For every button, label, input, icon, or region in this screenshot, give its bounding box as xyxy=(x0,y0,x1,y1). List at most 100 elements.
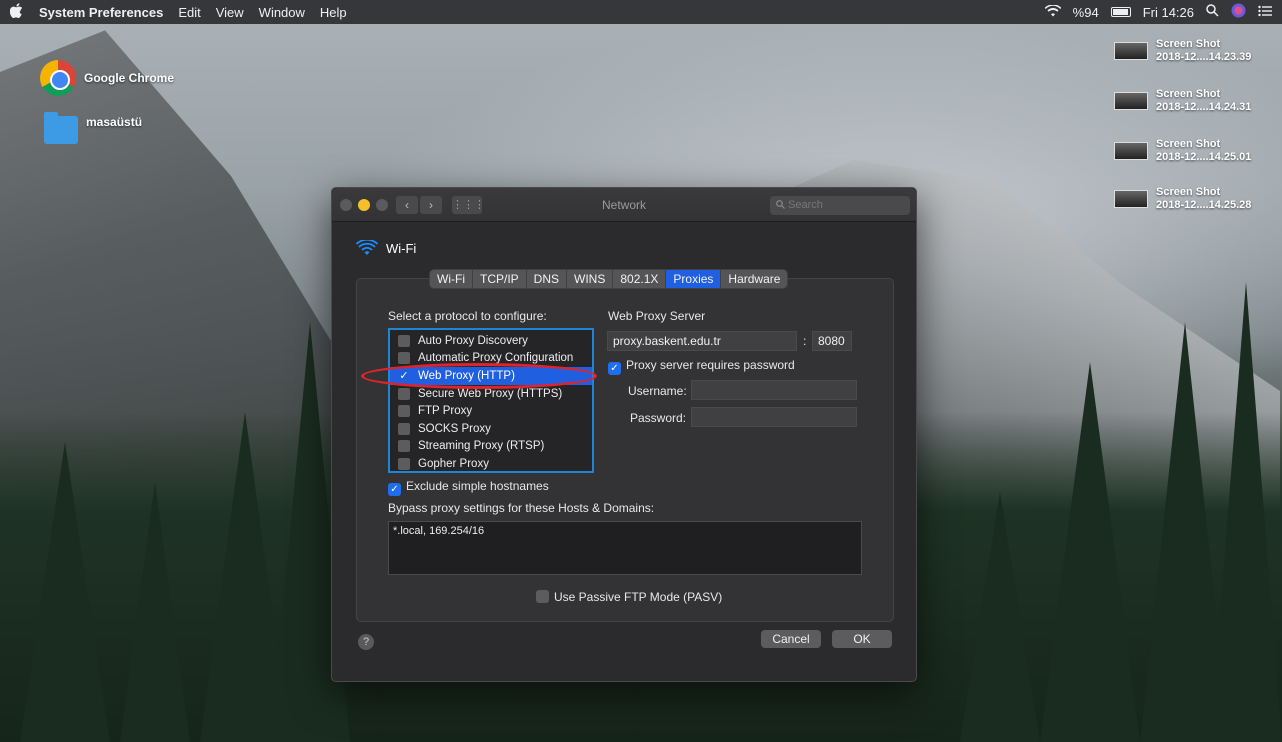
clock[interactable]: Fri 14:26 xyxy=(1143,5,1194,20)
proxy-host-input[interactable]: proxy.baskent.edu.tr xyxy=(607,331,797,351)
checkbox[interactable] xyxy=(398,440,410,453)
menu-bar: System Preferences Edit View Window Help… xyxy=(0,0,1282,24)
username-input[interactable] xyxy=(691,380,857,400)
menu-help[interactable]: Help xyxy=(320,5,347,20)
protocol-label: Streaming Proxy (RTSP) xyxy=(418,440,545,453)
password-label: Password: xyxy=(630,411,687,425)
checkmark-icon[interactable]: ✓ xyxy=(388,483,401,496)
desktop-item-google-chrome[interactable]: Google Chrome xyxy=(40,60,174,96)
file-name: Screen Shot xyxy=(1156,186,1221,198)
cancel-button[interactable]: Cancel xyxy=(761,630,821,648)
zoom-button[interactable] xyxy=(376,198,388,211)
forward-button[interactable]: › xyxy=(420,195,442,214)
desktop-screenshot-file[interactable]: Screen Shot 2018-12....14.25.28 xyxy=(1114,186,1251,212)
bypass-hosts-textarea[interactable]: *.local, 169.254/16 xyxy=(388,521,862,575)
passive-ftp-label: Use Passive FTP Mode (PASV) xyxy=(554,590,723,604)
ok-button[interactable]: OK xyxy=(832,630,892,648)
screenshot-thumbnail-icon xyxy=(1114,92,1148,110)
checkmark-icon[interactable]: ✓ xyxy=(608,362,621,375)
desktop-item-label: Google Chrome xyxy=(84,71,175,85)
protocol-item-gopher-proxy[interactable]: Gopher Proxy xyxy=(390,455,592,473)
desktop-screenshot-file[interactable]: Screen Shot 2018-12....14.25.01 xyxy=(1114,138,1251,164)
menu-edit[interactable]: Edit xyxy=(178,5,200,20)
window-titlebar[interactable]: ‹ › ⋮⋮⋮ Network Search xyxy=(332,188,916,222)
desktop-item-masaustu[interactable]: masaüstü xyxy=(44,112,143,144)
search-placeholder: Search xyxy=(788,199,823,211)
tab-wins[interactable]: WINS xyxy=(567,270,614,288)
interface-header: Wi-Fi xyxy=(355,238,417,256)
protocol-list: Auto Proxy Discovery Automatic Proxy Con… xyxy=(388,328,594,473)
minimize-button[interactable] xyxy=(358,198,370,211)
screenshot-thumbnail-icon xyxy=(1114,190,1148,208)
protocol-item-ftp-proxy[interactable]: FTP Proxy xyxy=(390,402,592,420)
protocol-label: Secure Web Proxy (HTTPS) xyxy=(418,387,563,400)
checkbox[interactable] xyxy=(398,334,410,347)
checkbox[interactable] xyxy=(398,405,410,418)
tab-8021x[interactable]: 802.1X xyxy=(613,270,667,288)
battery-percentage[interactable]: %94 xyxy=(1073,5,1099,20)
checkbox[interactable] xyxy=(398,352,410,365)
checkbox[interactable] xyxy=(398,387,410,400)
folder-icon xyxy=(44,112,78,144)
highlight-circle-annotation xyxy=(361,363,597,389)
protocol-label: Gopher Proxy xyxy=(418,457,489,470)
protocol-list-label: Select a protocol to configure: xyxy=(388,309,547,323)
tab-hardware[interactable]: Hardware xyxy=(721,270,787,288)
interface-name: Wi-Fi xyxy=(386,240,417,256)
wifi-icon xyxy=(355,238,379,256)
file-name: Screen Shot xyxy=(1156,88,1221,100)
proxies-panel: Select a protocol to configure: Auto Pro… xyxy=(356,278,894,622)
username-label: Username: xyxy=(628,384,687,398)
requires-password-label: Proxy server requires password xyxy=(626,358,795,372)
protocol-item-streaming-proxy[interactable]: Streaming Proxy (RTSP) xyxy=(390,438,592,456)
close-button[interactable] xyxy=(340,198,352,211)
checkbox[interactable] xyxy=(398,457,410,470)
apple-icon[interactable] xyxy=(9,3,23,21)
screenshot-thumbnail-icon xyxy=(1114,42,1148,60)
menu-window[interactable]: Window xyxy=(259,5,305,20)
tab-proxies[interactable]: Proxies xyxy=(666,270,722,288)
tab-tcpip[interactable]: TCP/IP xyxy=(473,270,527,288)
checkbox[interactable] xyxy=(398,422,410,435)
file-date: 2018-12....14.24.31 xyxy=(1156,101,1252,113)
protocol-item-socks-proxy[interactable]: SOCKS Proxy xyxy=(390,420,592,438)
show-all-grid-icon[interactable]: ⋮⋮⋮ xyxy=(452,195,485,214)
spotlight-icon[interactable] xyxy=(1206,4,1219,20)
chrome-icon xyxy=(40,60,76,96)
file-date: 2018-12....14.25.01 xyxy=(1156,151,1252,163)
search-icon xyxy=(776,199,788,211)
proxy-port-input[interactable]: 8080 xyxy=(812,331,852,351)
tab-dns[interactable]: DNS xyxy=(527,270,567,288)
settings-tabs: Wi-Fi TCP/IP DNS WINS 802.1X Proxies Har… xyxy=(430,270,788,288)
menu-view[interactable]: View xyxy=(216,5,244,20)
desktop-screenshot-file[interactable]: Screen Shot 2018-12....14.24.31 xyxy=(1114,88,1251,114)
wifi-status-icon[interactable] xyxy=(1044,3,1061,20)
battery-icon[interactable] xyxy=(1110,7,1131,17)
file-date: 2018-12....14.23.39 xyxy=(1156,51,1252,63)
passive-ftp-checkbox[interactable]: Use Passive FTP Mode (PASV) xyxy=(536,590,722,604)
port-separator: : xyxy=(803,334,807,348)
file-date: 2018-12....14.25.28 xyxy=(1156,199,1252,211)
protocol-item-auto-discovery[interactable]: Auto Proxy Discovery xyxy=(390,332,592,350)
file-name: Screen Shot xyxy=(1156,138,1221,150)
network-window: ‹ › ⋮⋮⋮ Network Search Wi-Fi Wi-Fi TCP/I… xyxy=(331,187,917,682)
requires-password-checkbox[interactable]: ✓ Proxy server requires password xyxy=(608,358,795,375)
tab-wifi[interactable]: Wi-Fi xyxy=(430,270,473,288)
help-button[interactable]: ? xyxy=(358,634,374,650)
checkbox[interactable] xyxy=(536,590,549,603)
bypass-label: Bypass proxy settings for these Hosts & … xyxy=(388,501,655,515)
web-proxy-server-label: Web Proxy Server xyxy=(608,309,706,323)
notification-center-icon[interactable] xyxy=(1258,5,1272,20)
desktop-screenshot-file[interactable]: Screen Shot 2018-12....14.23.39 xyxy=(1114,38,1251,64)
protocol-label: Auto Proxy Discovery xyxy=(418,334,528,347)
file-name: Screen Shot xyxy=(1156,38,1221,50)
exclude-simple-hostnames-checkbox[interactable]: ✓ Exclude simple hostnames xyxy=(388,479,549,496)
screenshot-thumbnail-icon xyxy=(1114,142,1148,160)
protocol-label: FTP Proxy xyxy=(418,405,473,418)
back-button[interactable]: ‹ xyxy=(396,195,418,214)
menu-app-name[interactable]: System Preferences xyxy=(39,5,163,20)
desktop-item-label: masaüstü xyxy=(86,115,143,129)
password-input[interactable] xyxy=(691,407,857,427)
siri-icon[interactable] xyxy=(1231,3,1246,21)
search-input[interactable]: Search xyxy=(770,196,910,215)
